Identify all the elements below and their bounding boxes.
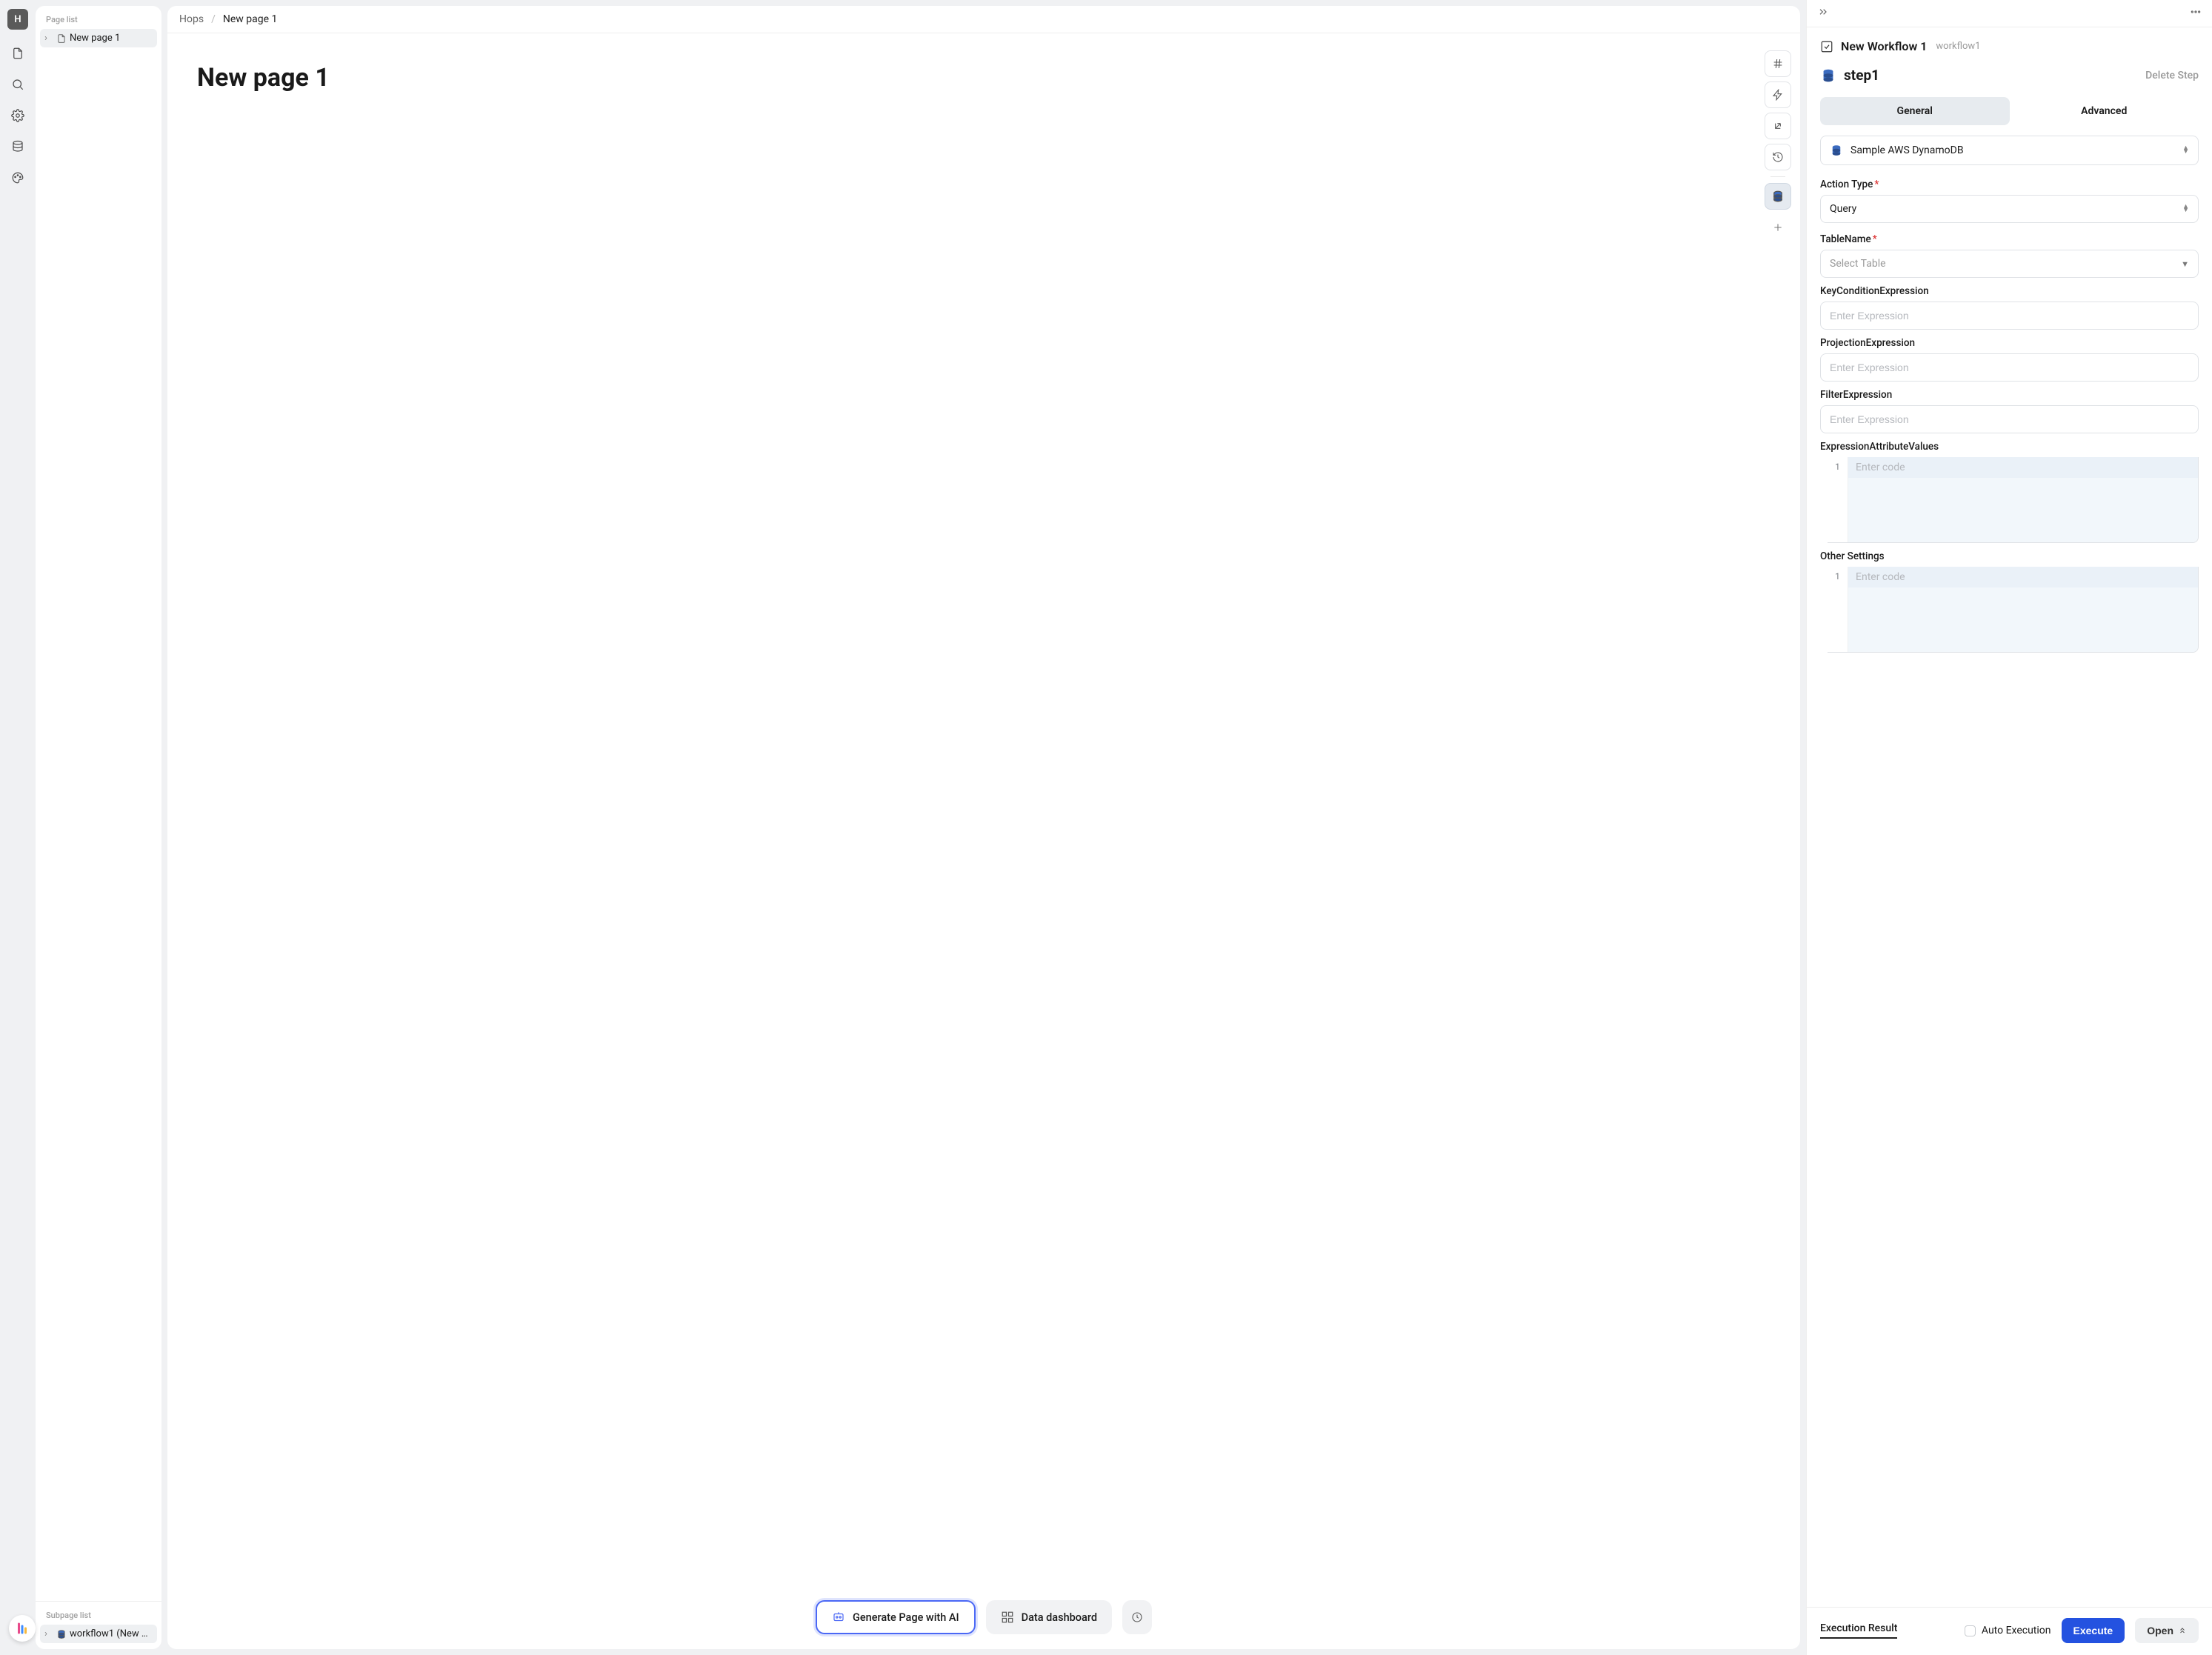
execution-result-tab[interactable]: Execution Result: [1820, 1622, 1897, 1639]
caret-down-icon: ▼: [2181, 259, 2189, 269]
action-type-value: Query: [1830, 203, 1856, 215]
tool-history[interactable]: [1765, 144, 1791, 170]
action-type-select[interactable]: Query ▲▼: [1820, 195, 2199, 223]
step-name[interactable]: step1: [1844, 67, 1879, 84]
chevron-right-icon: ›: [44, 1628, 53, 1639]
updown-icon: ▲▼: [2182, 147, 2189, 154]
tablename-label: TableName*: [1820, 233, 2199, 245]
delete-step-button[interactable]: Delete Step: [2145, 70, 2199, 81]
updown-icon: ▲▼: [2182, 205, 2189, 213]
filter-label: FilterExpression: [1820, 389, 2199, 401]
brand-logo[interactable]: [9, 1615, 36, 1642]
palette-icon[interactable]: [10, 170, 25, 185]
page-sidebar: Page list › New page 1 Subpage list › wo…: [36, 6, 161, 1649]
subpage-list-label: Subpage list: [40, 1608, 157, 1625]
database-icon[interactable]: [10, 139, 25, 154]
config-panel: New Workflow 1 workflow1 step1 Delete St…: [1806, 0, 2212, 1655]
page-item-label: New page 1: [70, 33, 120, 44]
breadcrumb: Hops / New page 1: [167, 6, 1800, 33]
keycondition-input[interactable]: [1820, 302, 2199, 330]
dynamodb-icon: [1771, 190, 1785, 203]
icon-sidebar: H: [0, 0, 36, 1655]
settings-icon[interactable]: [10, 108, 25, 123]
tab-advanced[interactable]: Advanced: [2010, 97, 2199, 125]
collapse-panel-icon[interactable]: [1817, 6, 1829, 21]
other-settings-label: Other Settings: [1820, 550, 2199, 562]
auto-execution-checkbox[interactable]: Auto Execution: [1965, 1625, 2051, 1636]
datasource-select[interactable]: Sample AWS DynamoDB ▲▼: [1820, 136, 2199, 165]
workflow-id: workflow1: [1936, 41, 1980, 52]
page-title: New page 1: [197, 63, 1770, 93]
filter-input[interactable]: [1820, 405, 2199, 433]
datasource-value: Sample AWS DynamoDB: [1850, 144, 1964, 156]
action-overflow[interactable]: [1122, 1600, 1152, 1634]
dynamodb-icon: [56, 1629, 67, 1639]
execute-button[interactable]: Execute: [2062, 1618, 2125, 1643]
config-tabs: General Advanced: [1820, 97, 2199, 125]
chevron-right-icon: ›: [44, 33, 53, 44]
bottom-actions: Generate Page with AI Data dashboard: [816, 1600, 1152, 1634]
breadcrumb-root[interactable]: Hops: [179, 13, 204, 25]
tool-branch[interactable]: [1765, 113, 1791, 139]
workflow-title: New Workflow 1: [1841, 39, 1927, 53]
chevrons-up-icon: [2178, 1626, 2187, 1635]
canvas: Hops / New page 1 New page 1: [167, 6, 1800, 1649]
projection-input[interactable]: [1820, 353, 2199, 382]
more-icon[interactable]: [2190, 6, 2202, 21]
page-list-label: Page list: [40, 12, 157, 29]
subpage-tree-item[interactable]: › workflow1 (New …: [40, 1625, 157, 1643]
generate-ai-button[interactable]: Generate Page with AI: [816, 1600, 976, 1634]
file-icon: [56, 33, 67, 44]
canvas-tool-strip: [1765, 50, 1791, 241]
projection-label: ProjectionExpression: [1820, 337, 2199, 349]
workflow-header: New Workflow 1 workflow1: [1807, 27, 2212, 56]
eav-code-editor[interactable]: 1 Enter code: [1828, 457, 2199, 543]
page-tree-item[interactable]: › New page 1: [40, 29, 157, 47]
search-icon[interactable]: [10, 77, 25, 92]
dynamodb-icon: [1830, 144, 1843, 157]
tool-datasource-active[interactable]: [1765, 183, 1791, 210]
open-button[interactable]: Open: [2135, 1618, 2199, 1643]
tablename-select[interactable]: Select Table ▼: [1820, 250, 2199, 278]
keycondition-label: KeyConditionExpression: [1820, 285, 2199, 297]
other-code-editor[interactable]: 1 Enter code: [1828, 567, 2199, 653]
dynamodb-icon: [1820, 67, 1836, 84]
subpage-item-label: workflow1 (New …: [70, 1628, 153, 1639]
workflow-icon: [1820, 40, 1833, 53]
tool-add[interactable]: [1765, 214, 1791, 241]
eav-label: ExpressionAttributeValues: [1820, 441, 2199, 453]
breadcrumb-current: New page 1: [223, 13, 278, 25]
tab-general[interactable]: General: [1820, 97, 2010, 125]
tool-hash[interactable]: [1765, 50, 1791, 77]
page-icon[interactable]: [10, 46, 25, 61]
action-type-label: Action Type*: [1820, 179, 2199, 190]
avatar[interactable]: H: [7, 9, 28, 30]
tool-bolt[interactable]: [1765, 81, 1791, 108]
checkbox-icon: [1965, 1625, 1976, 1636]
data-dashboard-button[interactable]: Data dashboard: [986, 1600, 1112, 1634]
